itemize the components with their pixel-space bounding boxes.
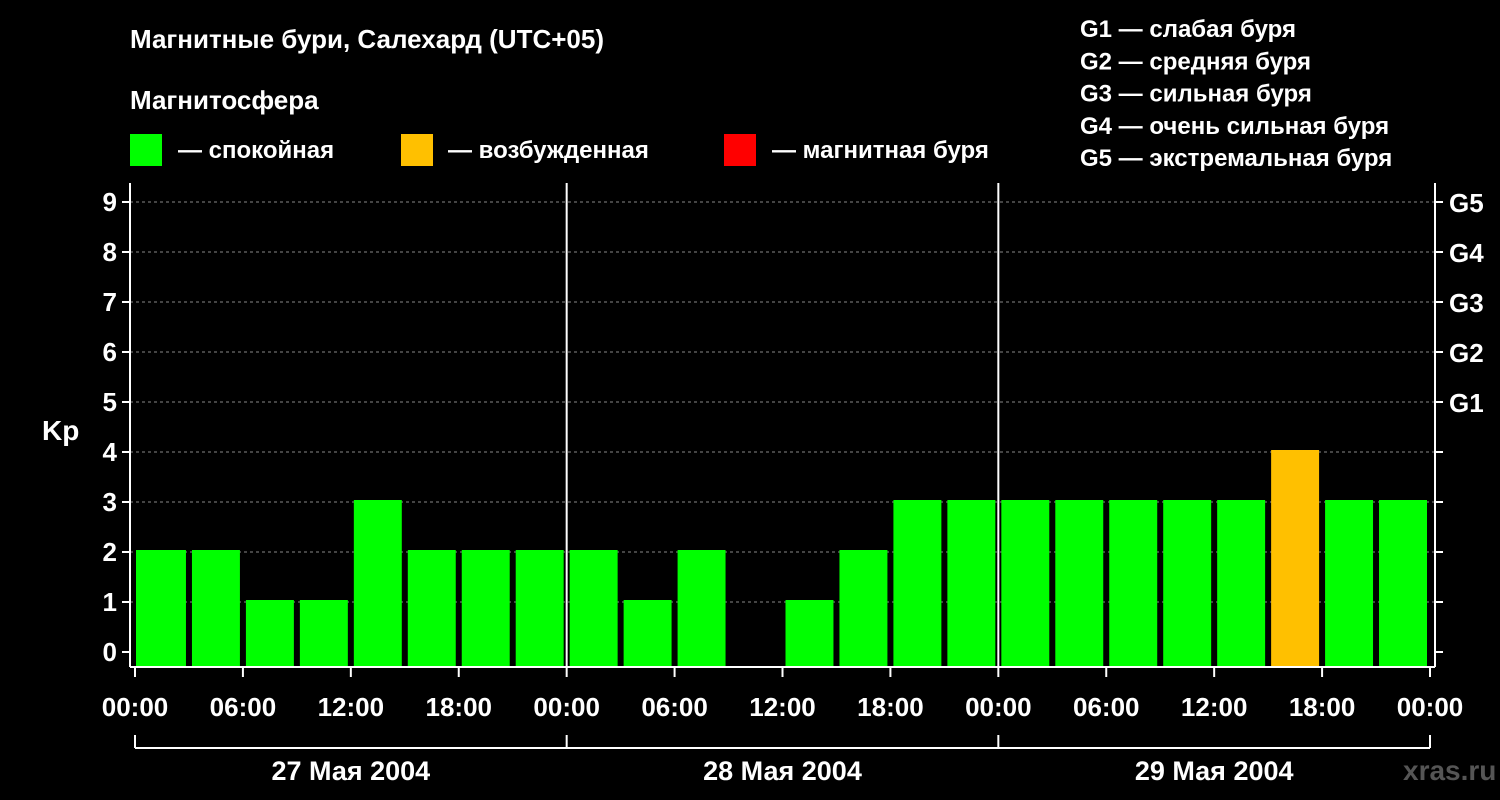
g-level-label: G5 <box>1449 188 1484 218</box>
y-tick-label: 6 <box>103 337 117 367</box>
g-level-label: G2 <box>1449 338 1484 368</box>
bar <box>1163 500 1212 667</box>
legend-label-2: — магнитная буря <box>772 137 989 164</box>
bar <box>299 600 348 667</box>
bar <box>947 500 996 667</box>
legend-swatch-1 <box>401 134 433 166</box>
x-tick-label: 18:00 <box>857 692 924 722</box>
legend: — спокойная — возбужденная — магнитная бур… <box>130 134 989 166</box>
x-tick-label: 06:00 <box>1073 692 1140 722</box>
bar <box>1055 500 1104 667</box>
day-labels: 27 Мая 2004 28 Мая 2004 29 Мая 2004 <box>134 735 1431 786</box>
kp-chart: Магнитные бури, Салехард (UTC+05) Магнит… <box>42 16 1496 786</box>
x-tick-label: 18:00 <box>1289 692 1356 722</box>
x-tick-label: 06:00 <box>210 692 277 722</box>
y-tick-label: 7 <box>103 287 117 317</box>
bar <box>569 550 618 667</box>
g-scale-item-3: G3 — сильная буря <box>1080 81 1312 108</box>
y-tick-label: 5 <box>103 387 117 417</box>
bar <box>353 500 402 667</box>
bar <box>515 550 564 667</box>
y-tick-label: 2 <box>103 537 117 567</box>
legend-swatch-0 <box>130 134 162 166</box>
legend-label-1: — возбужденная <box>448 137 649 164</box>
x-tick-label: 00:00 <box>1397 692 1464 722</box>
x-tick-label: 06:00 <box>641 692 708 722</box>
bar <box>136 550 186 667</box>
legend-label-0: — спокойная <box>178 137 334 164</box>
x-tick-label: 12:00 <box>318 692 385 722</box>
bar <box>1109 500 1158 667</box>
bar <box>1325 500 1374 667</box>
bars <box>136 450 1427 667</box>
day-label-1: 27 Мая 2004 <box>271 756 430 786</box>
g-scale-item-1: G1 — слабая буря <box>1080 16 1296 43</box>
bar <box>677 550 726 667</box>
y-tick-label: 8 <box>103 237 117 267</box>
y-tick-label: 9 <box>103 187 117 217</box>
x-tick-label: 18:00 <box>426 692 493 722</box>
bar <box>245 600 294 667</box>
day-label-2: 28 Мая 2004 <box>703 756 862 786</box>
x-tick-label: 00:00 <box>533 692 600 722</box>
x-axis: 00:00 06:00 12:00 18:00 00:00 06:00 12:00 18:00… <box>102 667 1464 722</box>
bar <box>1379 500 1427 667</box>
g-level-label: G1 <box>1449 388 1484 418</box>
g-level-label: G3 <box>1449 288 1484 318</box>
y-tick-label: 0 <box>103 637 117 667</box>
y-tick-label: 1 <box>103 587 117 617</box>
g-scale-item-4: G4 — очень сильная буря <box>1080 113 1389 140</box>
watermark: xras.ru <box>1403 755 1496 786</box>
x-tick-label: 12:00 <box>749 692 816 722</box>
bar <box>1001 500 1050 667</box>
magnetosphere-label: Магнитосфера <box>130 85 319 115</box>
y-axis-label: Kp <box>42 415 79 446</box>
bar <box>191 550 240 667</box>
chart-title: Магнитные бури, Салехард (UTC+05) <box>130 24 604 54</box>
y-tick-label: 4 <box>103 437 118 467</box>
bar <box>839 550 888 667</box>
x-tick-label: 00:00 <box>102 692 169 722</box>
bar <box>623 600 672 667</box>
x-tick-label: 12:00 <box>1181 692 1248 722</box>
bar <box>407 550 456 667</box>
bar <box>893 500 942 667</box>
g-scale-legend: G1 — слабая буря G2 — средняя буря G3 — си… <box>1080 16 1392 172</box>
g-scale-item-5: G5 — экстремальная буря <box>1080 145 1392 172</box>
bar <box>1271 450 1320 667</box>
day-label-3: 29 Мая 2004 <box>1135 756 1294 786</box>
bar <box>461 550 510 667</box>
bar <box>785 600 834 667</box>
x-tick-label: 00:00 <box>965 692 1032 722</box>
g-scale-item-2: G2 — средняя буря <box>1080 48 1311 75</box>
bar <box>1217 500 1266 667</box>
legend-swatch-2 <box>724 134 756 166</box>
g-level-label: G4 <box>1449 238 1484 268</box>
y-tick-label: 3 <box>103 487 117 517</box>
